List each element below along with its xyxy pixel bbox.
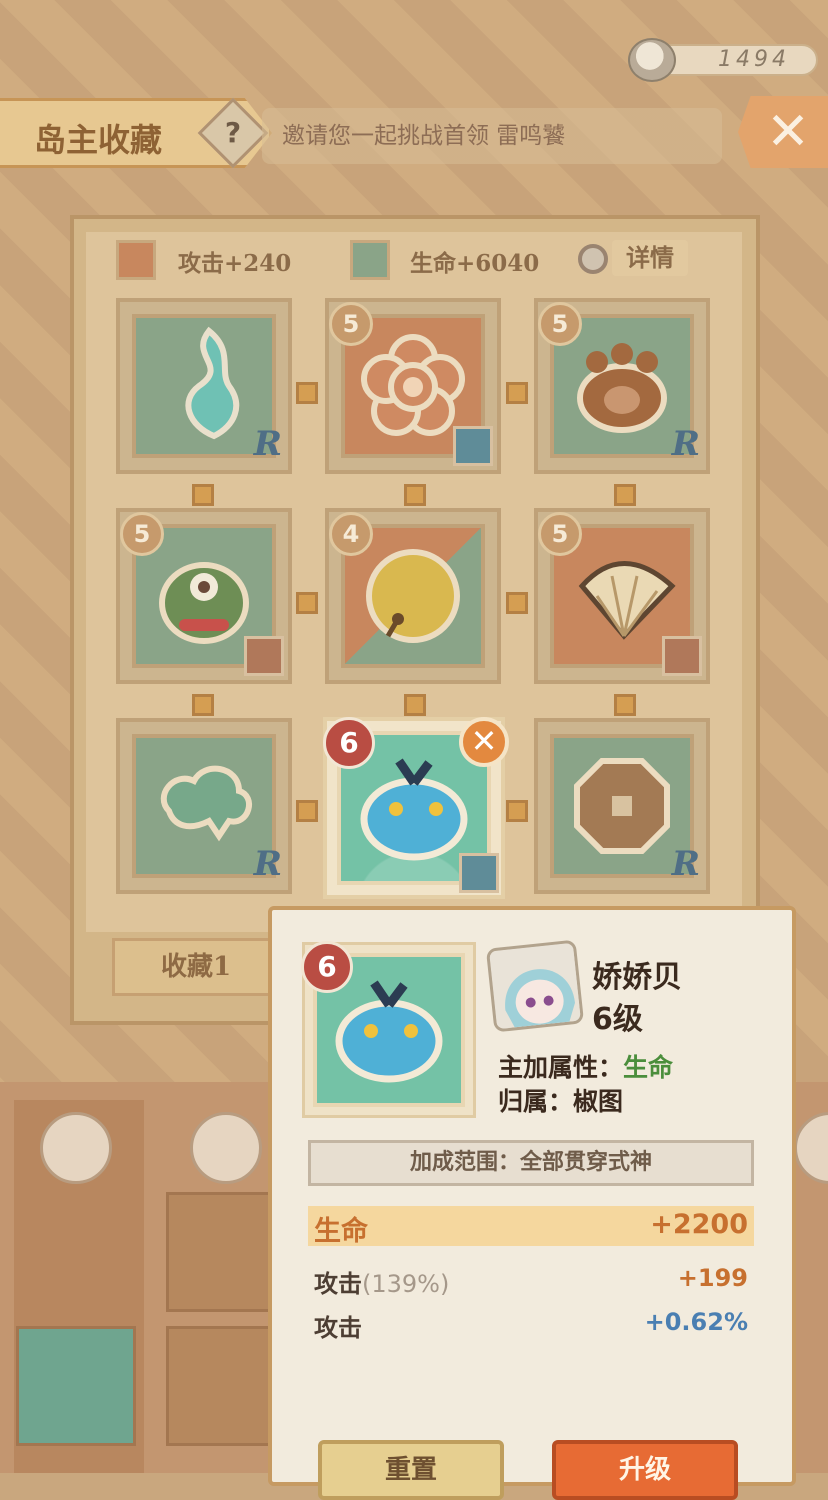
level-badge: 5: [329, 302, 373, 346]
page-title: 岛主收藏: [34, 121, 163, 159]
rarity-badge: R: [671, 844, 700, 884]
stat-key: 攻击: [314, 1270, 362, 1298]
invite-text: 邀请您一起挑战首领 雷鸣饕: [282, 123, 566, 149]
popup-level-badge: 6: [301, 941, 353, 993]
blue-flame-icon: [185, 326, 240, 440]
collection-slot-3[interactable]: 5 R: [534, 298, 710, 474]
stat-row: 攻击 +0.62%: [308, 1302, 754, 1342]
level-badge: 5: [538, 302, 582, 346]
level-badge: 5: [120, 512, 164, 556]
currency-amount: 1494: [656, 44, 818, 76]
stat-key: 生命: [314, 1216, 368, 1247]
shikigami-avatar[interactable]: [40, 1112, 112, 1184]
popup-item-card: 6: [301, 941, 476, 1118]
reset-button[interactable]: 重置: [318, 1440, 504, 1500]
level-badge: 4: [329, 512, 373, 556]
collection-slot-9[interactable]: R: [534, 718, 710, 894]
slot-connector: [404, 694, 426, 716]
collection-slot-2[interactable]: 5: [325, 298, 501, 474]
level-badge: 6: [323, 717, 375, 769]
invite-notice[interactable]: 邀请您一起挑战首领 雷鸣饕: [262, 108, 722, 164]
owner-value: 椒图: [573, 1087, 624, 1116]
slot-connector: [506, 592, 528, 614]
owner: 归属：椒图: [498, 1082, 623, 1118]
collection-slot-4[interactable]: 5: [116, 508, 292, 684]
collection-slot-5[interactable]: 4: [325, 508, 501, 684]
collection-tab-1[interactable]: 收藏1: [112, 938, 280, 996]
details-label: 详情: [612, 240, 688, 276]
upgrade-button[interactable]: 升级: [552, 1440, 738, 1500]
stat-value: +0.62%: [644, 1308, 748, 1336]
monster-icon: [159, 562, 249, 644]
collection-slot-selected[interactable]: 6 ✕: [323, 717, 509, 899]
split-type-icon: [244, 636, 284, 676]
blue-slime-icon: [335, 980, 443, 1083]
collection-slot-7[interactable]: R: [116, 718, 292, 894]
main-attribute: 主加属性：生命: [498, 1048, 673, 1084]
question-icon: ?: [224, 116, 242, 149]
blue-slime-icon: [360, 758, 468, 861]
stat-key: 攻击: [314, 1314, 362, 1342]
slot-connector: [296, 800, 318, 822]
bell-icon: [366, 549, 460, 643]
stat-row: 攻击(139%) +199: [308, 1258, 754, 1298]
currency-display: 1494: [628, 38, 820, 82]
collection-slot-6[interactable]: 5: [534, 508, 710, 684]
owner-avatar: [485, 939, 585, 1033]
paw-icon: [577, 343, 667, 433]
stat-row-main: 生命 +2200: [308, 1206, 754, 1247]
pierce-type-icon: [459, 853, 499, 893]
slot-connector: [296, 382, 318, 404]
main-attribute-key: 主加属性：: [498, 1053, 624, 1082]
slot-connector: [506, 800, 528, 822]
inventory-card-selected[interactable]: [16, 1326, 136, 1446]
item-name: 娇娇贝: [592, 960, 682, 995]
hp-swatch: [350, 240, 390, 280]
slot-connector: [506, 382, 528, 404]
magnifier-icon: [578, 244, 608, 274]
details-button[interactable]: 详情: [578, 238, 688, 276]
split-type-icon: [662, 636, 702, 676]
stat-value: +199: [677, 1264, 748, 1292]
owner-portrait-icon: [489, 942, 585, 1033]
hp-bonus: 生命+6040: [410, 250, 540, 277]
slot-connector: [296, 592, 318, 614]
stat-key-group: 攻击(139%): [314, 1264, 449, 1299]
bonus-range: 加成范围：全部贯穿式神: [308, 1140, 754, 1186]
remove-icon[interactable]: ✕: [459, 717, 509, 767]
rarity-badge: R: [253, 844, 282, 884]
slot-connector: [192, 484, 214, 506]
flower-icon: [361, 334, 465, 436]
pierce-type-icon: [453, 426, 493, 466]
slot-connector: [404, 484, 426, 506]
close-button[interactable]: ✕: [738, 96, 828, 168]
attack-bonus: 攻击+240: [178, 250, 292, 277]
coin-icon: [574, 758, 670, 854]
rarity-badge: R: [671, 424, 700, 464]
cloud-tree-icon: [160, 765, 252, 842]
level-badge: 5: [538, 512, 582, 556]
main-attribute-value: 生命: [623, 1053, 674, 1082]
slot-connector: [614, 484, 636, 506]
rarity-badge: R: [253, 424, 282, 464]
collection-slot-1[interactable]: R: [116, 298, 292, 474]
stat-value: +2200: [650, 1209, 748, 1240]
stats-row: 攻击+240 生命+6040 详情: [110, 238, 710, 282]
attack-swatch: [116, 240, 156, 280]
raccoon-coin-icon: [628, 38, 676, 82]
slot-connector: [614, 694, 636, 716]
stat-percent: (139%): [362, 1270, 450, 1298]
fan-icon: [578, 561, 676, 640]
shikigami-avatar[interactable]: [190, 1112, 262, 1184]
owner-key: 归属：: [498, 1087, 574, 1116]
slot-connector: [192, 694, 214, 716]
item-level: 6级: [592, 1002, 643, 1037]
